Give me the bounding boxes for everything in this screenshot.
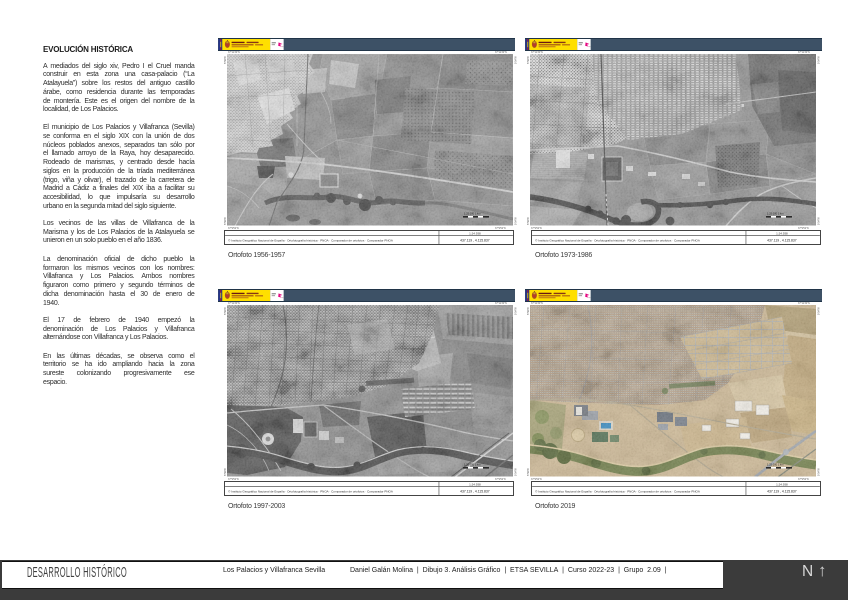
svg-text:437.119 , 4.115.837: 437.119 , 4.115.837 <box>767 239 797 243</box>
svg-text:5°56'W: 5°56'W <box>224 307 227 315</box>
svg-text:37°11'34"N: 37°11'34"N <box>228 51 240 54</box>
svg-text:5°54'W: 5°54'W <box>515 56 518 64</box>
svg-text:37°11'34"N: 37°11'34"N <box>495 51 507 54</box>
svg-text:1:25.000 1 km: 1:25.000 1 km <box>767 212 783 216</box>
svg-text:5°54'W: 5°54'W <box>515 468 518 476</box>
svg-text:© Instituto Geográfico Naciona: © Instituto Geográfico Nacional de Españ… <box>228 238 393 242</box>
svg-text:5°56'W: 5°56'W <box>224 468 227 476</box>
svg-text:437.119 , 4.115.837: 437.119 , 4.115.837 <box>767 490 797 494</box>
svg-text:5°54'W: 5°54'W <box>818 468 821 476</box>
svg-text:1:24.938: 1:24.938 <box>469 232 481 236</box>
svg-text:5°54'W: 5°54'W <box>515 217 518 225</box>
svg-text:1:25.000 1 km: 1:25.000 1 km <box>464 463 480 467</box>
svg-text:© Instituto Geográfico Naciona: © Instituto Geográfico Nacional de Españ… <box>535 238 700 242</box>
svg-text:37°11'34"N: 37°11'34"N <box>531 51 543 54</box>
svg-text:437.119 , 4.115.837: 437.119 , 4.115.837 <box>460 239 490 243</box>
svg-text:37°11'34"N: 37°11'34"N <box>798 302 810 305</box>
svg-text:5°54'W: 5°54'W <box>515 307 518 315</box>
svg-text:5°54'W: 5°54'W <box>818 56 821 64</box>
svg-text:© Instituto Geográfico Naciona: © Instituto Geográfico Nacional de Españ… <box>228 490 393 494</box>
svg-text:© Instituto Geográfico Naciona: © Instituto Geográfico Nacional de Españ… <box>535 490 700 494</box>
svg-text:5°56'W: 5°56'W <box>224 217 227 225</box>
svg-text:5°54'W: 5°54'W <box>818 217 821 225</box>
svg-text:37°11'34"N: 37°11'34"N <box>798 51 810 54</box>
svg-text:437.119 , 4.115.837: 437.119 , 4.115.837 <box>460 490 490 494</box>
svg-text:1:25.000 1 km: 1:25.000 1 km <box>464 212 480 216</box>
svg-text:5°56'W: 5°56'W <box>527 307 530 315</box>
svg-text:37°11'34"N: 37°11'34"N <box>495 302 507 305</box>
svg-text:5°56'W: 5°56'W <box>527 217 530 225</box>
svg-text:5°56'W: 5°56'W <box>527 56 530 64</box>
svg-text:37°11'34"N: 37°11'34"N <box>228 302 240 305</box>
svg-text:5°56'W: 5°56'W <box>527 468 530 476</box>
svg-text:1:24.938: 1:24.938 <box>469 483 481 487</box>
svg-text:5°56'W: 5°56'W <box>224 56 227 64</box>
svg-text:1:24.938: 1:24.938 <box>776 483 788 487</box>
svg-text:5°54'W: 5°54'W <box>818 307 821 315</box>
svg-text:1:24.938: 1:24.938 <box>776 232 788 236</box>
svg-text:1:25.000 1 km: 1:25.000 1 km <box>767 463 783 467</box>
svg-text:37°11'34"N: 37°11'34"N <box>531 302 543 305</box>
